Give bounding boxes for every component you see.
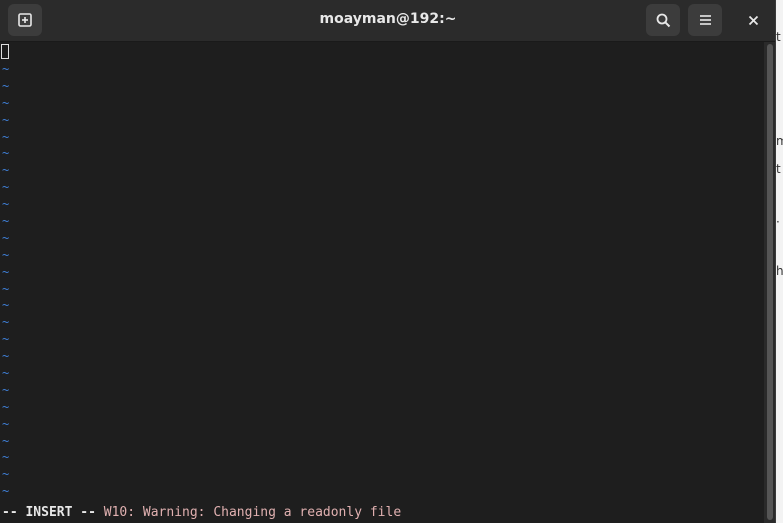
empty-line-tilde: ~ xyxy=(2,95,10,110)
empty-line-tilde: ~ xyxy=(2,399,10,414)
empty-line-tilde: ~ xyxy=(2,197,10,212)
readonly-warning-message: W10: Warning: Changing a readonly file xyxy=(95,505,402,520)
close-button[interactable] xyxy=(736,4,770,36)
terminal-window: moayman@192:~ ~ ~ ~ ~ ~ ~ ~ ~ ~ ~ ~ ~ ~ ~ ~ ~ ~ ~ ~ ~ ~ ~ ~ ~ ~ ~… xyxy=(0,0,776,523)
empty-line-tilde: ~ xyxy=(2,230,10,245)
empty-line-tilde: ~ xyxy=(2,180,10,195)
empty-line-tilde: ~ xyxy=(2,332,10,347)
empty-line-tilde: ~ xyxy=(2,467,10,482)
empty-line-tilde: ~ xyxy=(2,146,10,161)
empty-line-tilde: ~ xyxy=(2,163,10,178)
empty-line-tilde: ~ xyxy=(2,349,10,364)
empty-line-tilde: ~ xyxy=(2,281,10,296)
background-window-edge: t m t · h xyxy=(776,0,783,523)
empty-line-tilde: ~ xyxy=(2,416,10,431)
empty-line-tilde: ~ xyxy=(2,214,10,229)
background-text-fragment: · xyxy=(776,215,780,229)
empty-line-tilde: ~ xyxy=(2,450,10,465)
empty-line-tilde: ~ xyxy=(2,315,10,330)
empty-line-tilde: ~ xyxy=(2,366,10,381)
empty-line-tilde: ~ xyxy=(2,129,10,144)
new-tab-button[interactable] xyxy=(8,4,42,36)
new-tab-icon xyxy=(18,13,32,27)
background-text-fragment: t xyxy=(776,30,781,44)
search-icon xyxy=(656,13,670,27)
empty-line-tilde: ~ xyxy=(2,62,10,76)
empty-line-tilde: ~ xyxy=(2,264,10,279)
empty-line-tilde: ~ xyxy=(2,112,10,127)
close-icon xyxy=(748,15,758,25)
background-text-fragment: m xyxy=(776,134,783,148)
text-cursor xyxy=(1,44,9,59)
vim-status-line: -- INSERT -- W10: Warning: Changing a re… xyxy=(2,504,401,521)
empty-line-tilde: ~ xyxy=(2,484,10,499)
scrollbar[interactable] xyxy=(764,42,775,523)
empty-line-tilde: ~ xyxy=(2,247,10,262)
search-button[interactable] xyxy=(646,4,680,36)
insert-mode-indicator: -- INSERT -- xyxy=(2,505,96,520)
background-text-fragment: h xyxy=(776,264,783,278)
menu-button[interactable] xyxy=(688,4,722,36)
empty-line-tilde: ~ xyxy=(2,382,10,397)
scrollbar-thumb[interactable] xyxy=(767,44,773,520)
empty-line-tilde: ~ xyxy=(2,298,10,313)
background-text-fragment: t xyxy=(776,162,781,176)
terminal-content[interactable]: ~ ~ ~ ~ ~ ~ ~ ~ ~ ~ ~ ~ ~ ~ ~ ~ ~ ~ ~ ~ ~ ~ ~ ~ ~ ~ -- INSERT -- … xyxy=(0,42,764,523)
hamburger-menu-icon xyxy=(699,15,711,25)
titlebar: moayman@192:~ xyxy=(0,0,775,42)
empty-line-tilde: ~ xyxy=(2,433,10,448)
empty-line-tilde: ~ xyxy=(2,78,10,93)
empty-line-markers: ~ ~ ~ ~ ~ ~ ~ ~ ~ ~ ~ ~ ~ ~ ~ ~ ~ ~ ~ ~ ~ ~ ~ ~ ~ ~ xyxy=(2,61,9,500)
